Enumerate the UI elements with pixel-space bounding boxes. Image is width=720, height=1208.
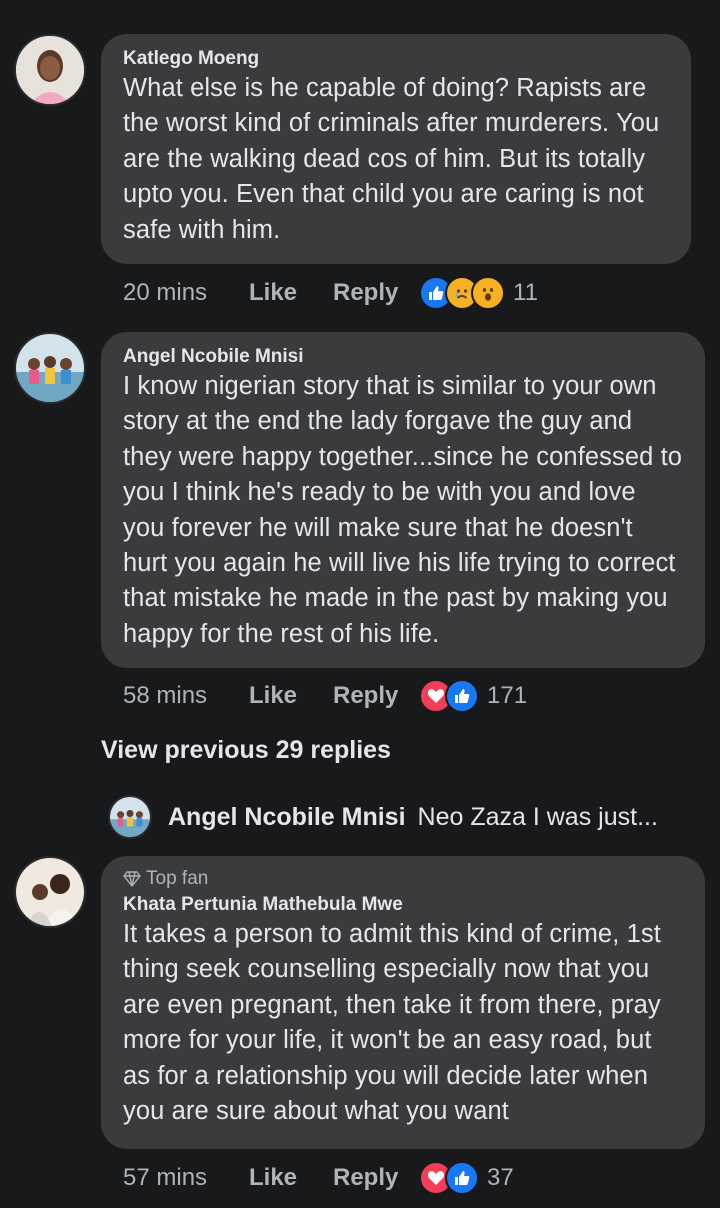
- reaction-summary[interactable]: 171: [419, 679, 527, 713]
- reply-button[interactable]: Reply: [333, 279, 419, 307]
- avatar-photo: [16, 36, 84, 104]
- reply-button[interactable]: Reply: [333, 1164, 419, 1192]
- comment-bubble: Angel Ncobile Mnisi I know nigerian stor…: [101, 332, 705, 668]
- reaction-summary[interactable]: 37: [419, 1161, 514, 1195]
- view-previous-replies-link[interactable]: View previous 29 replies: [101, 736, 391, 765]
- like-reaction-icon: [445, 679, 479, 713]
- diamond-icon: [123, 871, 141, 887]
- reply-author[interactable]: Angel Ncobile Mnisi: [168, 803, 406, 832]
- like-button[interactable]: Like: [249, 1164, 333, 1192]
- comment-text: What else is he capable of doing? Rapist…: [123, 74, 660, 244]
- avatar[interactable]: [14, 856, 86, 928]
- reaction-count: 11: [513, 279, 538, 306]
- comment-actions: 20 mins Like Reply 11: [123, 276, 538, 310]
- comment-text: I know nigerian story that is similar to…: [123, 372, 683, 648]
- avatar[interactable]: [14, 34, 86, 106]
- avatar-photo: [16, 858, 84, 926]
- comment-author[interactable]: Angel Ncobile Mnisi: [123, 346, 683, 368]
- comment-actions: 58 mins Like Reply 171: [123, 679, 527, 713]
- like-reaction-icon: [445, 1161, 479, 1195]
- comment-actions: 57 mins Like Reply 37: [123, 1161, 514, 1195]
- reply-preview[interactable]: Angel Ncobile Mnisi Neo Zaza I was just.…: [108, 795, 658, 839]
- top-fan-badge: Top fan: [123, 868, 683, 890]
- reply-button[interactable]: Reply: [333, 682, 419, 710]
- comment-time[interactable]: 57 mins: [123, 1164, 249, 1192]
- avatar-photo: [16, 334, 84, 402]
- comment-author[interactable]: Katlego Moeng: [123, 48, 669, 70]
- comment-bubble: Top fan Khata Pertunia Mathebula Mwe It …: [101, 856, 705, 1149]
- comment-time[interactable]: 58 mins: [123, 682, 249, 710]
- badge-label: Top fan: [146, 868, 209, 889]
- avatar-photo: [110, 797, 150, 837]
- reaction-count: 171: [487, 682, 528, 709]
- reaction-count: 37: [487, 1164, 514, 1191]
- avatar[interactable]: [14, 332, 86, 404]
- avatar[interactable]: [108, 795, 152, 839]
- comment-text: It takes a person to admit this kind of …: [123, 920, 661, 1126]
- wow-reaction-icon: [471, 276, 505, 310]
- like-button[interactable]: Like: [249, 279, 333, 307]
- comment-bubble: Katlego Moeng What else is he capable of…: [101, 34, 691, 264]
- reaction-summary[interactable]: 11: [419, 276, 538, 310]
- comment-author[interactable]: Khata Pertunia Mathebula Mwe: [123, 894, 683, 916]
- comment-time[interactable]: 20 mins: [123, 279, 249, 307]
- like-button[interactable]: Like: [249, 682, 333, 710]
- reply-snippet: Neo Zaza I was just...: [417, 802, 658, 831]
